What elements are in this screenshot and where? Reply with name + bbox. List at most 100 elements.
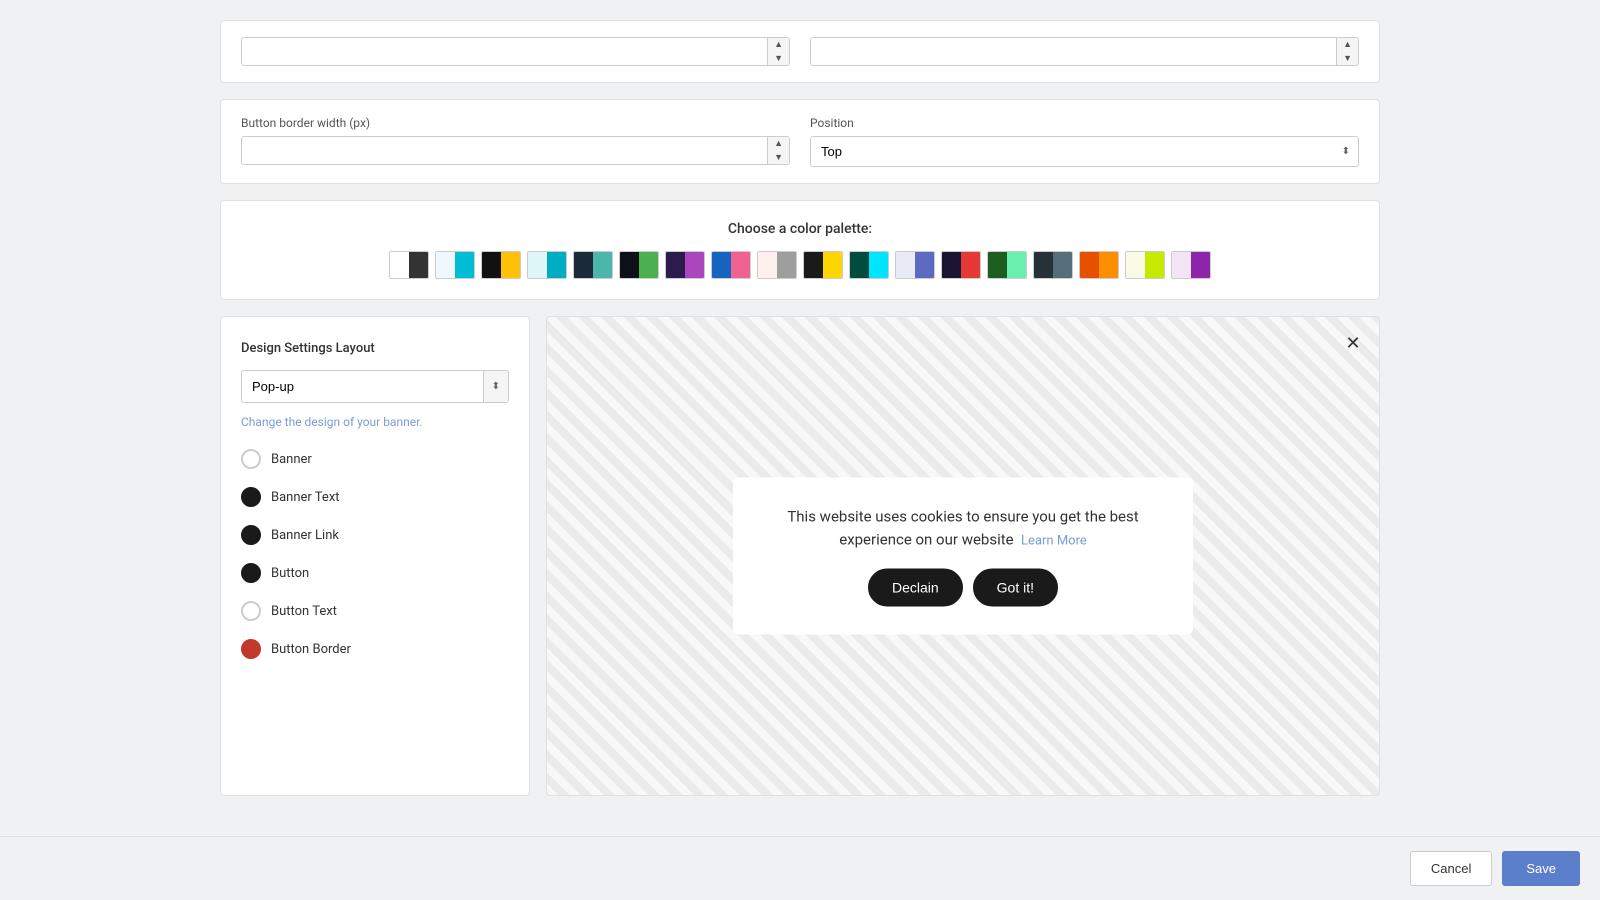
number-field-group: 20 ▲ ▼ (810, 37, 1359, 66)
color-swatch-0[interactable] (389, 251, 429, 279)
radio-option-banner-link[interactable]: Banner Link (241, 525, 509, 545)
font-size-up[interactable]: ▲ (768, 38, 789, 52)
cancel-button[interactable]: Cancel (1410, 851, 1492, 886)
color-swatch-14[interactable] (1033, 251, 1073, 279)
save-button[interactable]: Save (1502, 851, 1580, 886)
close-icon[interactable]: ✕ (1341, 331, 1365, 355)
swatch-right-7 (731, 252, 750, 278)
swatch-right-13 (1007, 252, 1026, 278)
radio-option-banner-text[interactable]: Banner Text (241, 487, 509, 507)
got-it-button[interactable]: Got it! (973, 569, 1058, 607)
radio-label-1: Banner Text (271, 490, 340, 505)
position-label: Position (810, 116, 1359, 130)
radio-circle-2 (241, 525, 261, 545)
swatch-right-15 (1099, 252, 1118, 278)
radio-circle-3 (241, 563, 261, 583)
swatch-left-8 (758, 252, 777, 278)
swatch-left-10 (850, 252, 869, 278)
swatch-right-16 (1145, 252, 1164, 278)
radio-option-button-border[interactable]: Button Border (241, 639, 509, 659)
radio-label-0: Banner (271, 452, 312, 467)
design-settings-title: Design Settings Layout (241, 341, 509, 356)
design-settings-card: Design Settings Layout Pop-up Banner Flo… (220, 316, 530, 796)
color-swatch-10[interactable] (849, 251, 889, 279)
border-width-input[interactable]: 2 (242, 137, 767, 164)
footer-buttons: Cancel Save (0, 836, 1600, 900)
font-size-input[interactable]: 20px (242, 38, 767, 65)
number-input[interactable]: 20 (811, 38, 1336, 65)
preview-card: ✕ This website uses cookies to ensure yo… (546, 316, 1380, 796)
radio-options-container: Banner Banner Text Banner Link Button Button… (241, 449, 509, 659)
border-position-row: Button border width (px) 2 ▲ ▼ Position … (220, 99, 1380, 184)
number-down[interactable]: ▼ (1337, 52, 1358, 66)
font-size-down[interactable]: ▼ (768, 52, 789, 66)
swatch-right-8 (777, 252, 796, 278)
color-swatch-8[interactable] (757, 251, 797, 279)
swatch-right-2 (501, 252, 520, 278)
color-swatch-13[interactable] (987, 251, 1027, 279)
number-up[interactable]: ▲ (1337, 38, 1358, 52)
swatch-left-14 (1034, 252, 1053, 278)
number-input-wrapper: 20 ▲ ▼ (810, 37, 1359, 66)
font-size-field-group: 20px ▲ ▼ (241, 37, 790, 66)
swatch-right-12 (961, 252, 980, 278)
swatch-left-15 (1080, 252, 1099, 278)
color-swatch-4[interactable] (573, 251, 613, 279)
palette-card: Choose a color palette: (220, 200, 1380, 300)
cookie-buttons: Declain Got it! (765, 569, 1161, 607)
swatch-left-2 (482, 252, 501, 278)
layout-select[interactable]: Pop-up Banner Floating (242, 371, 483, 402)
swatch-left-16 (1126, 252, 1145, 278)
color-swatch-16[interactable] (1125, 251, 1165, 279)
cookie-popup: This website uses cookies to ensure you … (733, 478, 1193, 635)
swatch-right-3 (547, 252, 566, 278)
color-swatch-9[interactable] (803, 251, 843, 279)
border-width-label: Button border width (px) (241, 116, 790, 130)
color-swatch-7[interactable] (711, 251, 751, 279)
color-swatch-17[interactable] (1171, 251, 1211, 279)
swatch-left-3 (528, 252, 547, 278)
color-swatch-15[interactable] (1079, 251, 1119, 279)
radio-label-5: Button Border (271, 642, 351, 657)
color-swatch-3[interactable] (527, 251, 567, 279)
radio-circle-5 (241, 639, 261, 659)
radio-label-3: Button (271, 566, 309, 581)
learn-more-link[interactable]: Learn More (1021, 533, 1087, 548)
radio-circle-4 (241, 601, 261, 621)
number-spinner: ▲ ▼ (1336, 38, 1358, 65)
decline-button[interactable]: Declain (868, 569, 963, 607)
palette-swatches (241, 251, 1359, 279)
radio-circle-0 (241, 449, 261, 469)
color-swatch-5[interactable] (619, 251, 659, 279)
swatch-right-1 (455, 252, 474, 278)
font-size-spinner: ▲ ▼ (767, 38, 789, 65)
color-swatch-11[interactable] (895, 251, 935, 279)
color-swatch-1[interactable] (435, 251, 475, 279)
border-width-input-wrapper: 2 ▲ ▼ (241, 136, 790, 165)
border-width-group: Button border width (px) 2 ▲ ▼ (241, 116, 790, 167)
position-select[interactable]: Top Bottom Left Right (811, 137, 1334, 166)
radio-label-2: Banner Link (271, 528, 339, 543)
change-design-text: Change the design of your banner. (241, 415, 509, 429)
border-width-down[interactable]: ▼ (768, 151, 789, 165)
swatch-right-17 (1191, 252, 1210, 278)
swatch-right-6 (685, 252, 704, 278)
radio-circle-1 (241, 487, 261, 507)
color-swatch-12[interactable] (941, 251, 981, 279)
position-select-wrapper: Top Bottom Left Right ⬍ (810, 136, 1359, 167)
swatch-right-10 (869, 252, 888, 278)
swatch-left-4 (574, 252, 593, 278)
radio-option-button[interactable]: Button (241, 563, 509, 583)
swatch-left-0 (390, 252, 409, 278)
swatch-left-6 (666, 252, 685, 278)
radio-option-banner[interactable]: Banner (241, 449, 509, 469)
color-swatch-2[interactable] (481, 251, 521, 279)
border-width-up[interactable]: ▲ (768, 137, 789, 151)
swatch-right-5 (639, 252, 658, 278)
position-group: Position Top Bottom Left Right ⬍ (810, 116, 1359, 167)
color-swatch-6[interactable] (665, 251, 705, 279)
bottom-row: Design Settings Layout Pop-up Banner Flo… (220, 316, 1380, 796)
swatch-left-12 (942, 252, 961, 278)
border-width-spinner: ▲ ▼ (767, 137, 789, 164)
radio-option-button-text[interactable]: Button Text (241, 601, 509, 621)
